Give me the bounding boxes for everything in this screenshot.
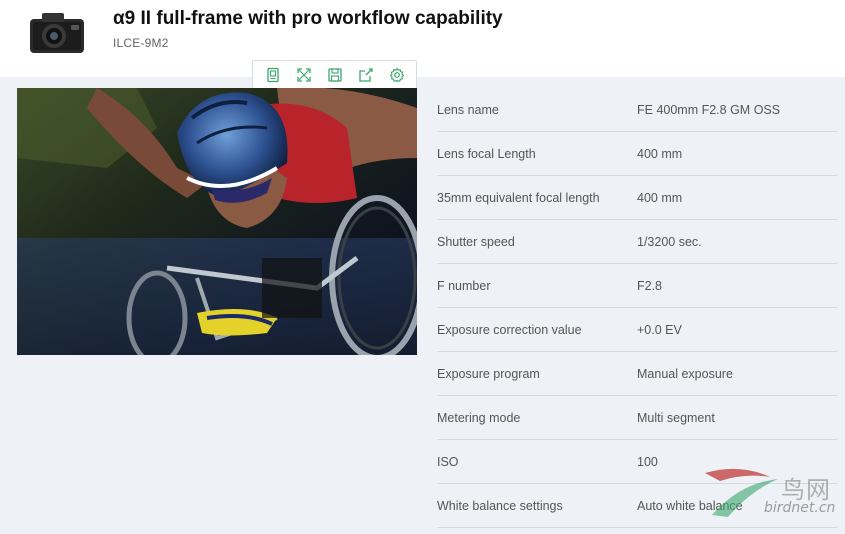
spec-label: Lens name [437,102,499,117]
gear-icon [389,67,404,82]
spec-value: 100 [637,454,658,469]
sample-photo[interactable] [17,88,417,355]
model-code: ILCE-9M2 [113,36,169,50]
spec-row: Lens name FE 400mm F2.8 GM OSS [437,88,837,132]
spec-label: Shutter speed [437,234,515,249]
spec-value: Manual exposure [637,366,733,381]
spec-value: +0.0 EV [637,322,682,337]
watermark-url: birdnet.cn [764,500,836,516]
bookmark-button[interactable] [259,62,287,88]
expand-icon [296,67,311,82]
spec-row: F number F2.8 [437,264,837,308]
spec-row: Exposure program Manual exposure [437,352,837,396]
save-button[interactable] [321,62,349,88]
save-icon [327,67,342,82]
spec-value: 400 mm [637,146,683,161]
spec-row: ISO 100 [437,440,837,484]
share-icon [358,67,373,82]
spec-table: Lens name FE 400mm F2.8 GM OSS Lens focal … [437,88,837,528]
spec-label: White balance settings [437,498,563,513]
product-header: α9 II full-frame with pro workflow capab… [0,0,845,77]
page-title: α9 II full-frame with pro workflow capab… [113,8,503,29]
spec-row: Exposure correction value +0.0 EV [437,308,837,352]
share-button[interactable] [352,62,380,88]
spec-row: 35mm equivalent focal length 400 mm [437,176,837,220]
spec-value: F2.8 [637,278,663,293]
spec-row: Shutter speed 1/3200 sec. [437,220,837,264]
spec-row: Lens focal Length 400 mm [437,132,837,176]
spec-value: Multi segment [637,410,715,425]
spec-label: F number [437,278,491,293]
document-icon [266,67,279,82]
spec-label: Exposure program [437,366,540,381]
spec-row: Metering mode Multi segment [437,396,837,440]
spec-value: 1/3200 sec. [637,234,702,249]
camera-icon [27,10,87,55]
spec-label: Lens focal Length [437,146,536,161]
settings-button[interactable] [383,62,411,88]
spec-label: Exposure correction value [437,322,582,337]
spec-value: 400 mm [637,190,683,205]
image-toolbar [252,60,417,89]
fullscreen-button[interactable] [290,62,318,88]
spec-value: FE 400mm F2.8 GM OSS [637,102,781,117]
spec-label: Metering mode [437,410,521,425]
spec-label: 35mm equivalent focal length [437,190,600,205]
spec-label: ISO [437,454,459,469]
